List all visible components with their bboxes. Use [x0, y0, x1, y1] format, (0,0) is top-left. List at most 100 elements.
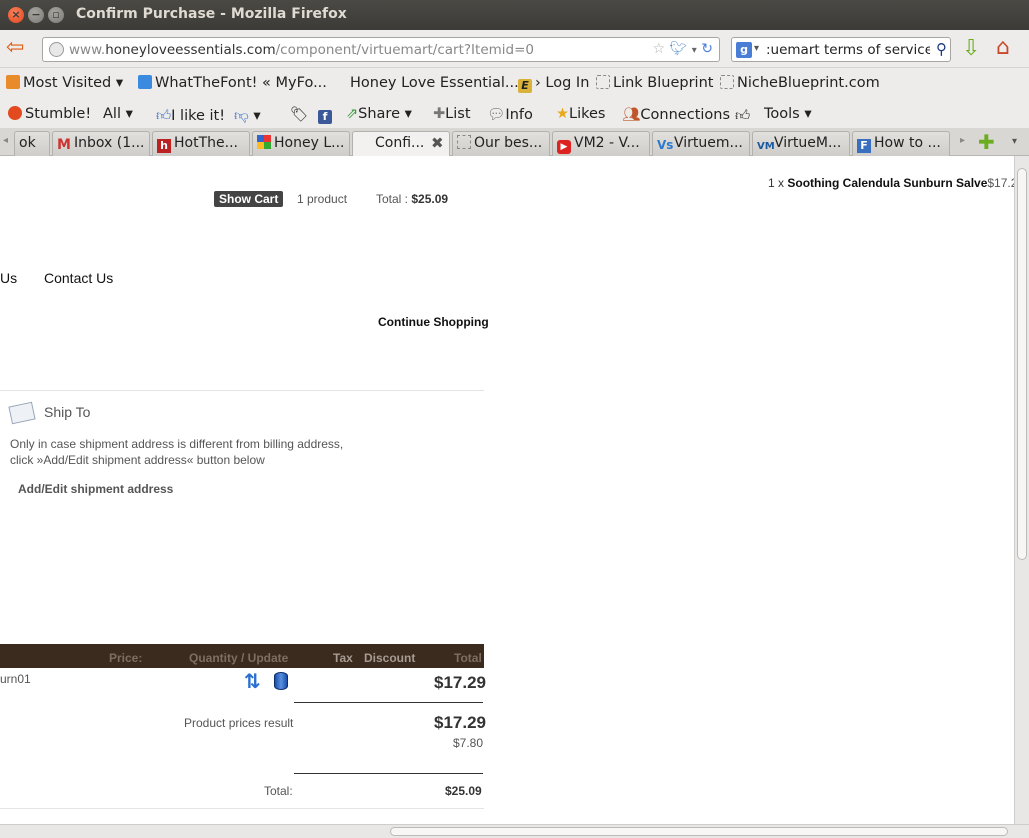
- grand-total-label: Total:: [264, 784, 293, 798]
- page-icon: [596, 75, 610, 89]
- connections-button[interactable]: 👥︎Connections: [622, 106, 730, 123]
- show-cart-button[interactable]: Show Cart: [214, 191, 284, 207]
- horizontal-scrollbar[interactable]: [0, 824, 1029, 838]
- new-tab-plus-icon[interactable]: ✚: [978, 130, 995, 154]
- tab-inbox[interactable]: M Inbox (1...: [52, 131, 150, 156]
- window-title-bar: × − ▫ Confirm Purchase - Mozilla Firefox: [0, 0, 1029, 30]
- twitter-icon[interactable]: 🐦︎: [670, 41, 688, 57]
- window-maximize-button[interactable]: ▫: [48, 7, 64, 23]
- tab-ok[interactable]: ok: [14, 131, 50, 156]
- vm-logo-icon: VM: [757, 141, 775, 152]
- search-bar[interactable]: g ▾ :uemart terms of service ⚲: [731, 37, 951, 62]
- product-count: 1 product: [297, 192, 348, 206]
- divider: [0, 808, 484, 809]
- download-arrow-icon[interactable]: ⇩: [962, 36, 980, 61]
- tab-how-to[interactable]: F How to ...: [852, 131, 950, 156]
- tab-vm2[interactable]: ▶ VM2 - V...: [552, 131, 650, 156]
- search-input[interactable]: :uemart terms of service: [766, 42, 930, 58]
- scroll-tabs-left-icon[interactable]: ◂: [3, 135, 8, 146]
- joomla-icon: [257, 135, 271, 149]
- e-logo-icon: E: [518, 79, 532, 93]
- bookmark-whatthefont[interactable]: WhatTheFont! « MyFo...: [138, 75, 327, 91]
- update-quantity-icon[interactable]: ⇅: [244, 671, 264, 691]
- reload-icon[interactable]: ↻: [701, 41, 713, 57]
- row-total: $17.29: [434, 673, 486, 692]
- tab-strip: ◂ ok M Inbox (1... h HotThe... Honey L... …: [0, 128, 1029, 156]
- list-all-tabs-icon[interactable]: ▾: [1012, 136, 1017, 147]
- bookmark-log-in[interactable]: E › Log In: [518, 75, 589, 93]
- bookmark-most-visited[interactable]: Most Visited ▾: [6, 75, 123, 91]
- stumbleupon-icon: [8, 106, 22, 120]
- tab-virtuem[interactable]: VsVirtuem...: [652, 131, 750, 156]
- all-dropdown[interactable]: All ▾: [103, 106, 133, 122]
- like-button[interactable]: 👍︎I like it!: [156, 106, 225, 124]
- bookmark-star-icon[interactable]: ☆: [653, 41, 666, 57]
- people-icon: 👥︎: [622, 107, 641, 123]
- tab-hotthe[interactable]: h HotThe...: [152, 131, 250, 156]
- speech-bubble-icon: 💬︎: [487, 107, 506, 123]
- mini-cart-product-link[interactable]: Soothing Calendula Sunburn Salve: [787, 176, 987, 190]
- vertical-scrollbar[interactable]: [1014, 156, 1029, 824]
- col-discount: Discount: [364, 651, 416, 665]
- bookmarks-toolbar: Most Visited ▾ WhatTheFont! « MyFo... Ho…: [0, 68, 1029, 98]
- google-icon[interactable]: g: [736, 42, 752, 58]
- window-minimize-button[interactable]: −: [28, 7, 44, 23]
- tools-dropdown[interactable]: Tools ▾: [764, 106, 812, 122]
- tab-our-bes[interactable]: Our bes...: [452, 131, 550, 156]
- thumbs-up-icon: 👍︎: [156, 108, 172, 124]
- menu-item-partial[interactable]: Us: [0, 270, 17, 286]
- url-text[interactable]: www.honeyloveessentials.com/component/vi…: [69, 42, 534, 58]
- home-icon[interactable]: ⌂: [996, 35, 1010, 60]
- thumb-badge-icon[interactable]: 👍︎: [735, 106, 750, 124]
- globe-icon: [49, 42, 64, 57]
- col-total: Total: [454, 651, 482, 665]
- back-arrow-icon[interactable]: ⇦: [6, 37, 32, 61]
- mini-cart-total: Total : $25.09: [376, 192, 449, 206]
- tab-confirm-purchase[interactable]: Confi... ✖: [352, 131, 450, 156]
- dropdown-arrow-icon[interactable]: ▾: [692, 45, 697, 56]
- bookmark-honey-love[interactable]: Honey Love Essential...: [350, 75, 519, 91]
- facebook-icon[interactable]: f: [318, 106, 335, 124]
- subtotal: $17.29: [434, 713, 486, 732]
- col-quantity: Quantity / Update: [189, 651, 289, 665]
- gmail-icon: M: [57, 137, 71, 153]
- horizontal-scroll-thumb[interactable]: [390, 827, 1008, 836]
- bookmark-nicheblueprint[interactable]: NicheBlueprint.com: [720, 75, 880, 91]
- window-close-button[interactable]: ×: [8, 7, 24, 23]
- stumble-button[interactable]: Stumble!: [8, 106, 91, 122]
- folder-icon: [6, 75, 20, 89]
- info-button[interactable]: 💬︎Info: [487, 106, 533, 123]
- whatthefont-icon: [138, 75, 152, 89]
- search-icon[interactable]: ⚲: [936, 40, 947, 58]
- url-bar[interactable]: www.honeyloveessentials.com/component/vi…: [42, 37, 720, 62]
- list-button[interactable]: ✚List: [433, 106, 471, 122]
- continue-shopping-link[interactable]: Continue Shopping: [378, 315, 489, 329]
- add-edit-shipment-button[interactable]: Add/Edit shipment address: [18, 482, 173, 496]
- divider: [294, 773, 483, 774]
- mini-cart-item: 1 x Soothing Calendula Sunburn Salve$17.…: [768, 176, 1014, 190]
- menu-item-contact-us[interactable]: Contact Us: [44, 270, 113, 286]
- star-icon: ★: [556, 106, 569, 122]
- likes-button[interactable]: ★Likes: [556, 106, 605, 122]
- envelope-icon: [8, 401, 36, 425]
- share-icon: ⇗: [346, 106, 359, 122]
- delete-trash-icon[interactable]: [274, 672, 288, 690]
- search-engine-dropdown-icon[interactable]: ▾: [754, 43, 759, 54]
- tab-honey-love[interactable]: Honey L...: [252, 131, 350, 156]
- ship-note-line2: click »Add/Edit shipment address« button…: [10, 453, 265, 467]
- bookmark-link-blueprint[interactable]: Link Blueprint: [596, 75, 713, 91]
- share-button[interactable]: ⇗Share ▾: [346, 106, 412, 122]
- page-icon: [457, 135, 471, 149]
- cart-table-header: Price: Quantity / Update Tax Discount To…: [0, 644, 484, 668]
- divider: [0, 390, 484, 391]
- product-prices-result-label: Product prices result: [184, 716, 294, 730]
- divider: [294, 702, 483, 703]
- vertical-scroll-thumb[interactable]: [1017, 168, 1027, 560]
- vs-logo-icon: Vs: [657, 138, 674, 152]
- thumbs-down-icon: 👎︎: [234, 108, 249, 124]
- tab-virtuemart[interactable]: VMVirtueM...: [752, 131, 850, 156]
- dislike-button[interactable]: 👎︎ ▾: [234, 106, 261, 124]
- close-tab-icon[interactable]: ✖: [431, 134, 444, 152]
- tag-icon[interactable]: 🏷︎: [290, 106, 308, 123]
- scroll-tabs-right-icon[interactable]: ▸: [960, 135, 965, 146]
